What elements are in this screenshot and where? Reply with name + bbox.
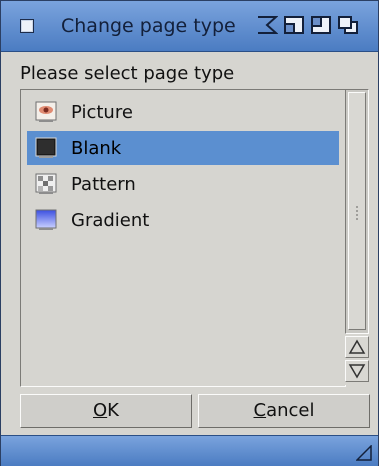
item-label: Gradient [71,210,150,231]
item-label: Blank [71,138,122,159]
list-item-blank[interactable]: Blank [27,131,339,165]
iconify-icon[interactable] [256,15,278,35]
title-bar[interactable]: Change page type [1,1,378,52]
depth-icon[interactable] [337,15,358,35]
zoom-icon[interactable] [310,15,331,35]
bottom-bar [1,435,378,466]
scroll-down-button[interactable] [345,360,369,382]
item-label: Pattern [71,174,136,195]
list-item-pattern[interactable]: Pattern [27,167,339,201]
scroll-knob[interactable] [348,92,366,330]
page-type-list[interactable]: Picture Blank Pattern Gradient [20,89,346,387]
picture-icon [35,101,57,123]
blank-page-icon [35,137,57,159]
list-item-gradient[interactable]: Gradient [27,203,339,237]
arrow-up-icon [348,339,366,354]
cancel-mnemonic: C [253,400,267,421]
cancel-label: ancel [266,400,315,421]
gradient-icon [35,209,57,231]
cancel-button[interactable]: Cancel [198,394,370,428]
scroll-track[interactable] [345,89,369,334]
close-icon[interactable] [20,19,34,33]
ok-button[interactable]: OK [20,394,192,428]
vertical-scrollbar[interactable] [345,89,369,385]
ok-mnemonic: O [93,400,108,421]
snapshot-icon[interactable] [283,15,304,35]
prompt-label: Please select page type [20,63,235,84]
window-title: Change page type [61,15,236,37]
change-page-type-window: Change page type Please select page type… [0,0,379,466]
arrow-down-icon [348,364,366,379]
pattern-icon [35,173,57,195]
ok-label: K [107,400,119,421]
item-label: Picture [71,102,133,123]
list-item-picture[interactable]: Picture [27,95,339,129]
resize-icon[interactable] [355,444,372,461]
grip-dots-icon [355,205,359,221]
scroll-up-button[interactable] [345,336,369,358]
